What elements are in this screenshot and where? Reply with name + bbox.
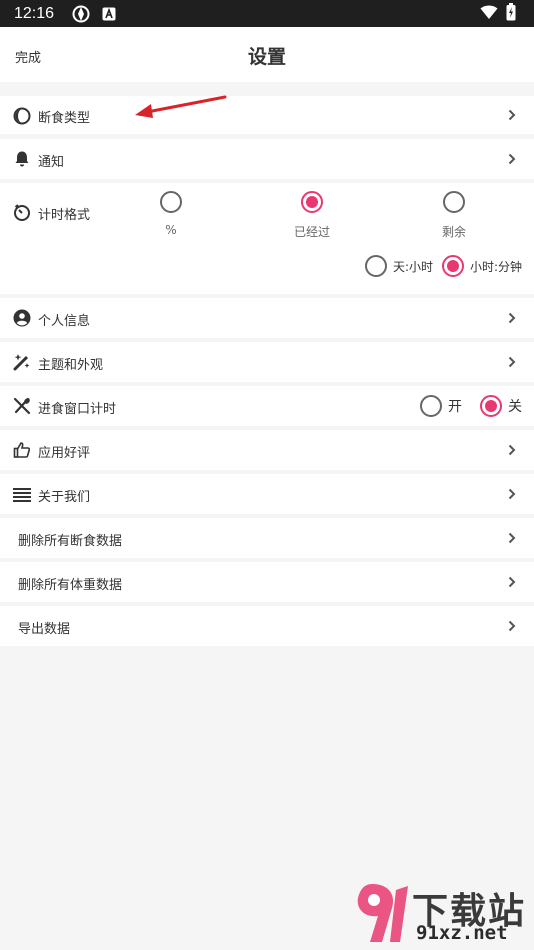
profile-label: 个人信息 xyxy=(38,314,91,329)
timer-icon xyxy=(12,202,32,222)
theme-label: 主题和外观 xyxy=(38,358,104,373)
settings-row-rate-app[interactable]: 应用好评 xyxy=(0,430,534,470)
radio-elapsed[interactable] xyxy=(301,191,323,213)
timer-option-remaining[interactable]: 剩余 xyxy=(414,191,494,240)
unit-option-day-hour[interactable]: 天:小时 xyxy=(365,255,433,277)
watermark-logo-icon xyxy=(357,884,408,942)
radio-remaining[interactable] xyxy=(443,191,465,213)
notifications-label: 通知 xyxy=(38,155,65,170)
timer-format-label: 计时格式 xyxy=(38,208,91,223)
eating-window-label: 进食窗口计时 xyxy=(38,402,117,417)
rate-app-label: 应用好评 xyxy=(38,446,91,461)
about-label: 关于我们 xyxy=(38,490,91,505)
settings-row-timer-format: 计时格式 % 已经过 剩余 天:小时 小时:分钟 xyxy=(0,183,534,294)
half-circle-icon xyxy=(12,106,32,126)
unit-option-label: 天:小时 xyxy=(393,259,434,274)
lines-icon xyxy=(12,484,32,504)
chevron-right-icon xyxy=(506,575,518,589)
timer-option-percent[interactable]: % xyxy=(131,191,211,237)
status-bar: 12:16 xyxy=(0,0,534,27)
status-time: 12:16 xyxy=(14,4,55,22)
chevron-right-icon xyxy=(506,311,518,325)
settings-row-theme[interactable]: 主题和外观 xyxy=(0,342,534,382)
app-header: 完成 设置 xyxy=(0,27,534,82)
timer-option-label: 已经过 xyxy=(293,225,330,239)
off-label: 关 xyxy=(508,399,522,415)
thumbs-up-icon xyxy=(12,440,32,460)
radio-percent[interactable] xyxy=(160,191,182,213)
fork-spoon-icon xyxy=(12,396,32,416)
chevron-right-icon xyxy=(506,355,518,369)
settings-row-about[interactable]: 关于我们 xyxy=(0,474,534,514)
timer-option-label: 剩余 xyxy=(441,225,466,239)
settings-row-delete-fasting[interactable]: 删除所有断食数据 xyxy=(0,518,534,558)
settings-row-notifications[interactable]: 通知 xyxy=(0,139,534,179)
radio-off[interactable] xyxy=(480,395,502,417)
timer-option-label: % xyxy=(165,223,177,237)
settings-row-delete-weight[interactable]: 删除所有体重数据 xyxy=(0,562,534,602)
vpn-icon xyxy=(72,5,90,23)
a-notification-icon xyxy=(102,7,116,21)
fasting-type-label: 断食类型 xyxy=(38,111,91,126)
magic-wand-icon xyxy=(12,352,32,372)
chevron-right-icon xyxy=(506,108,518,122)
radio-day-hour[interactable] xyxy=(365,255,387,277)
site-watermark: 下载站 91xz.net xyxy=(352,878,530,948)
chevron-right-icon xyxy=(506,487,518,501)
page-title: 设置 xyxy=(247,46,286,68)
settings-row-profile[interactable]: 个人信息 xyxy=(0,298,534,338)
unit-option-label: 小时:分钟 xyxy=(470,259,523,274)
eating-window-off-option[interactable]: 关 xyxy=(480,395,522,417)
watermark-domain: 91xz.net xyxy=(416,922,508,944)
delete-weight-label: 删除所有体重数据 xyxy=(18,578,123,593)
eating-window-on-option[interactable]: 开 xyxy=(420,395,462,417)
settings-row-export[interactable]: 导出数据 xyxy=(0,606,534,646)
chevron-right-icon xyxy=(506,531,518,545)
radio-on[interactable] xyxy=(420,395,442,417)
chevron-right-icon xyxy=(506,619,518,633)
bell-icon xyxy=(12,149,32,169)
on-label: 开 xyxy=(448,399,462,415)
radio-hour-minute[interactable] xyxy=(442,255,464,277)
timer-option-elapsed[interactable]: 已经过 xyxy=(272,191,352,240)
battery-icon xyxy=(506,2,516,25)
person-icon xyxy=(12,308,32,328)
unit-option-hour-minute[interactable]: 小时:分钟 xyxy=(442,255,522,277)
export-label: 导出数据 xyxy=(18,622,71,637)
delete-fasting-label: 删除所有断食数据 xyxy=(18,534,123,549)
settings-row-eating-window: 进食窗口计时 开 关 xyxy=(0,386,534,426)
chevron-right-icon xyxy=(506,152,518,166)
settings-row-fasting-type[interactable]: 断食类型 xyxy=(0,96,534,134)
chevron-right-icon xyxy=(506,443,518,457)
wifi-icon xyxy=(480,4,498,24)
